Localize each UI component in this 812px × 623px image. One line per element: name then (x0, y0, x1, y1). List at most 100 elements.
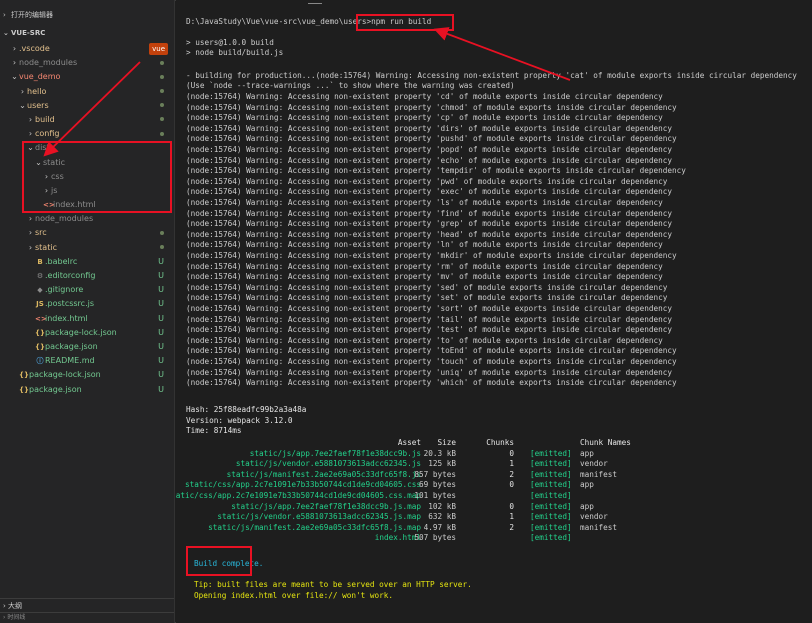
tree-item-package-lock-json[interactable]: {}package-lock.json U (0, 368, 174, 382)
asset-emitted-flag: [emitted] (530, 480, 572, 490)
asset-path: static/js/manifest.2ae2e69a05c33dfc65f8.… (226, 469, 421, 479)
asset-chunk-name: app (580, 501, 594, 511)
chevron-right-icon: › (44, 171, 49, 181)
file-type-icon: {} (19, 371, 29, 380)
script-line-1: > users@1.0.0 build (186, 38, 274, 47)
tree-item-static[interactable]: › static (0, 241, 174, 255)
tree-item-dist[interactable]: ⌄dist (0, 141, 174, 155)
warning-line: (node:15764) Warning: Accessing non-exis… (186, 304, 672, 313)
tree-item-static[interactable]: ⌄static (0, 156, 174, 170)
asset-path: static/css/app.2c7e1091e7b33b50744cd1de9… (184, 480, 421, 490)
tree-item-label: css (51, 171, 64, 181)
asset-row: static/css/app.2c7e1091e7b33b50744cd1de9… (176, 490, 786, 502)
git-status-dot (160, 56, 164, 70)
tree-item-label: node_modules (19, 58, 78, 68)
asset-chunk: 1 (509, 459, 514, 469)
timeline-header[interactable]: › 时间线 (0, 612, 174, 623)
header-asset: Asset (397, 438, 421, 447)
asset-path: static/js/vendor.e5881073613adcc62345.js (235, 459, 421, 469)
file-type-icon: <> (35, 314, 47, 323)
asset-chunk-name: manifest (580, 469, 618, 479)
asset-path: static/css/app.2c7e1091e7b33b50744cd1de9… (176, 490, 421, 500)
tree-item-node-modules[interactable]: › node_modules (0, 212, 174, 226)
header-chunks: Chunks (486, 438, 514, 447)
chevron-down-icon: ⌄ (27, 143, 34, 153)
tree-item-readme-md[interactable]: ⓘ README.md U (0, 354, 174, 368)
warning-line: (node:15764) Warning: Accessing non-exis… (186, 176, 668, 186)
tree-item-package-json[interactable]: {}package.json U (0, 340, 174, 354)
tree-item-node-modules[interactable]: › node_modules (0, 56, 174, 70)
open-editors-header[interactable]: › 打开的编辑器 (0, 8, 174, 22)
tree-item-label: hello (27, 86, 47, 96)
tree-item-label: .babelrc (45, 256, 78, 266)
panel-drag-handle[interactable] (308, 3, 322, 4)
warning-line: (node:15764) Warning: Accessing non-exis… (186, 325, 672, 335)
tree-item--babelrc[interactable]: B .babelrc U (0, 255, 174, 269)
git-untracked-badge: U (158, 271, 164, 280)
chevron-right-icon: › (3, 11, 6, 19)
script-line-2: > node build/build.js (186, 48, 284, 57)
version-line: Version: webpack 3.12.0 (186, 416, 293, 425)
chevron-right-icon: › (12, 58, 17, 68)
header-size: Size (437, 438, 456, 447)
chevron-down-icon: ⌄ (11, 72, 18, 82)
tree-item-users[interactable]: ⌄users (0, 99, 174, 113)
tree-item-index-html[interactable]: <>index.html (0, 198, 174, 212)
asset-row: static/js/app.7ee2faef78f1e38dcc9b.js 20.… (186, 449, 786, 460)
tree-item--vscode[interactable]: › .vscode vue (0, 42, 174, 56)
workspace-root-header[interactable]: ⌄ VUE-SRC (0, 26, 174, 40)
tree-item-label: .gitignore (45, 285, 84, 295)
asset-size: 4.97 kB (423, 522, 456, 532)
tree-item-config[interactable]: › config (0, 127, 174, 141)
tree-item-label: src (35, 228, 47, 238)
tree-item-package-lock-json[interactable]: {}package-lock.json U (0, 326, 174, 340)
chevron-right-icon: › (28, 214, 33, 224)
tree-item-label: users (27, 100, 49, 110)
asset-chunk-name: vendor (580, 459, 608, 469)
asset-rows: static/js/app.7ee2faef78f1e38dcc9b.js 20.… (176, 449, 786, 544)
prompt-line: D:\JavaStudy\Vue\vue-src\vue_demo\users>… (186, 17, 431, 28)
chevron-right-icon: › (44, 185, 49, 195)
tree-item-label: build (35, 114, 55, 124)
asset-row: static/js/manifest.2ae2e69a05c33dfc65f8.… (186, 470, 786, 481)
asset-emitted-flag: [emitted] (530, 490, 572, 500)
asset-size: 102 kB (428, 501, 456, 511)
chevron-right-icon: › (28, 228, 33, 238)
warning-line: (node:15764) Warning: Accessing non-exis… (186, 240, 663, 250)
warning-line: (node:15764) Warning: Accessing non-exis… (186, 293, 668, 303)
asset-size: 632 kB (428, 512, 456, 522)
warning-line: (node:15764) Warning: Accessing non-exis… (186, 155, 672, 165)
tree-item-src[interactable]: › src (0, 226, 174, 240)
asset-chunk-name: app (580, 448, 594, 458)
warning-line: (node:15764) Warning: Accessing non-exis… (186, 251, 677, 260)
tree-item-label: dist (35, 143, 50, 153)
tree-item-js[interactable]: › js (0, 184, 174, 198)
warning-line: (node:15764) Warning: Accessing non-exis… (186, 335, 663, 345)
warning-line: (node:15764) Warning: Accessing non-exis… (186, 378, 677, 388)
tree-item-label: package-lock.json (45, 327, 117, 337)
asset-path: static/js/manifest.2ae2e69a05c33dfc65f8.… (208, 522, 421, 532)
git-status-dot (160, 127, 164, 141)
file-type-icon: ◆ (37, 286, 43, 295)
asset-emitted-flag: [emitted] (530, 448, 572, 458)
tree-item--gitignore[interactable]: ◆ .gitignore U (0, 283, 174, 297)
first-warning-line: - building for production...(node:15764)… (186, 71, 797, 80)
git-status-dot (160, 241, 164, 255)
tree-item-css[interactable]: › css (0, 170, 174, 184)
outline-header[interactable]: › 大纲 (0, 598, 174, 612)
terminal-panel[interactable]: D:\JavaStudy\Vue\vue-src\vue_demo\users>… (176, 0, 812, 623)
tree-item-vue-demo[interactable]: ⌄vue_demo (0, 70, 174, 84)
tree-item-hello[interactable]: › hello (0, 85, 174, 99)
asset-table-header: Asset Size Chunks Chunk Names (186, 438, 786, 449)
file-type-icon: ⚙ (36, 272, 44, 280)
git-untracked-badge: U (158, 356, 164, 366)
tree-item-package-json[interactable]: {}package.json U (0, 383, 174, 397)
asset-size: 69 bytes (418, 480, 456, 490)
tree-item--editorconfig[interactable]: ⚙ .editorconfig U (0, 269, 174, 283)
tree-item-index-html[interactable]: <>index.html U (0, 312, 174, 326)
tree-item-build[interactable]: › build (0, 113, 174, 127)
tree-item--postcssrc-js[interactable]: JS.postcssrc.js U (0, 297, 174, 311)
asset-size: 507 bytes (414, 533, 456, 543)
asset-row: static/js/manifest.2ae2e69a05c33dfc65f8.… (186, 523, 786, 534)
tree-item-label: config (35, 129, 60, 139)
